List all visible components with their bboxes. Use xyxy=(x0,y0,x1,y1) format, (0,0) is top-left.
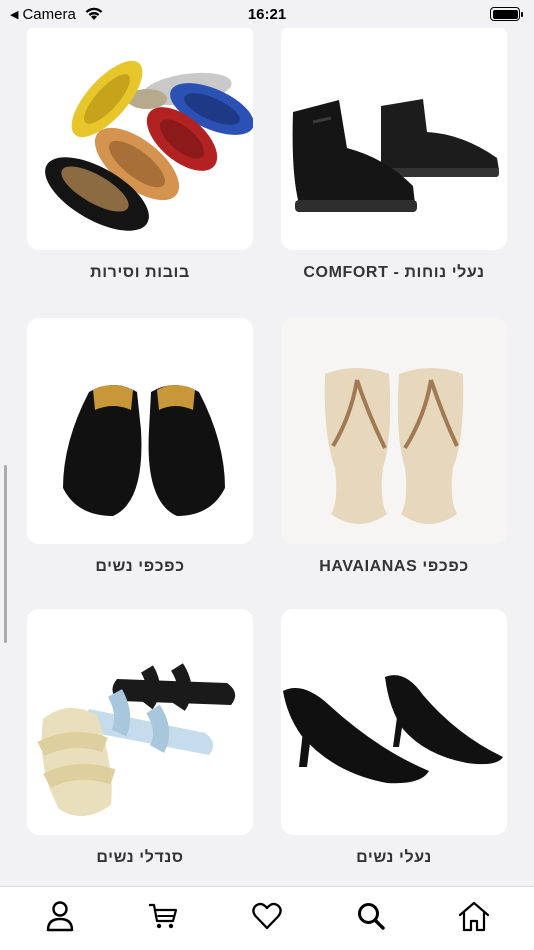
back-arrow-icon: ◀ xyxy=(10,8,19,21)
tab-profile[interactable] xyxy=(35,891,85,941)
category-label: כפכפי HAVAIANAS xyxy=(319,558,469,575)
wifi-icon xyxy=(85,7,103,20)
category-card[interactable]: כפכפי נשים xyxy=(27,318,253,576)
cart-icon xyxy=(149,903,178,928)
search-icon xyxy=(357,902,385,930)
tab-home[interactable] xyxy=(449,891,499,941)
battery-icon xyxy=(490,7,523,21)
status-bar: ◀ Camera 16:21 xyxy=(0,0,534,28)
category-label: סנדלי נשים xyxy=(96,849,184,866)
tab-cart[interactable] xyxy=(138,891,188,941)
tab-bar xyxy=(0,886,534,950)
category-label: בובות וסירות xyxy=(90,264,190,281)
back-app-label: Camera xyxy=(22,5,76,23)
category-card[interactable]: כפכפי HAVAIANAS xyxy=(281,318,507,576)
category-image xyxy=(281,318,507,544)
category-grid: בובות וסירות נעלי נוחות - COMFORT כפכפי … xyxy=(0,28,534,886)
category-card[interactable]: בובות וסירות xyxy=(27,28,253,282)
pointed-heels-image xyxy=(283,675,503,784)
category-image xyxy=(27,609,253,835)
category-label: נעלי נוחות - COMFORT xyxy=(303,264,485,281)
profile-icon xyxy=(46,900,73,931)
ankle-boots-image xyxy=(292,99,499,212)
category-label: כפכפי נשים xyxy=(95,558,185,575)
tab-search[interactable] xyxy=(346,891,396,941)
tab-favorites[interactable] xyxy=(242,891,292,941)
home-icon xyxy=(459,901,490,931)
category-card[interactable]: סנדלי נשים xyxy=(27,609,253,867)
ballet-flats-image xyxy=(45,60,253,231)
category-image xyxy=(281,609,507,835)
back-to-app[interactable]: ◀ Camera xyxy=(10,6,104,23)
category-image xyxy=(27,28,253,250)
category-image xyxy=(281,28,507,250)
category-label: נעלי נשים xyxy=(356,849,432,866)
black-mules-image xyxy=(63,385,225,516)
flip-flops-image xyxy=(324,368,464,524)
sandals-image xyxy=(37,663,236,817)
status-time: 16:21 xyxy=(247,5,287,23)
scroll-indicator[interactable] xyxy=(4,465,7,643)
category-card[interactable]: נעלי נשים xyxy=(281,609,507,867)
category-card[interactable]: נעלי נוחות - COMFORT xyxy=(281,28,507,282)
heart-icon xyxy=(252,902,282,929)
category-image xyxy=(27,318,253,544)
